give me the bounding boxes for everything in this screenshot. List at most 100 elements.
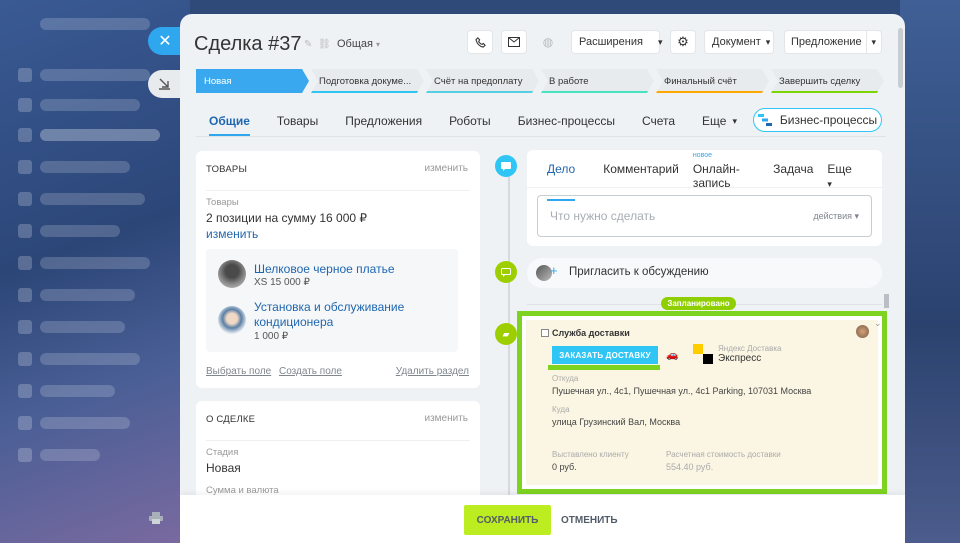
activity-tab-comment[interactable]: Комментарий — [603, 162, 679, 190]
tab-products[interactable]: Товары — [277, 106, 318, 136]
goods-edit-link[interactable]: изменить — [206, 227, 258, 241]
proposal-dropdown[interactable]: Предложение ▾ — [785, 31, 881, 53]
business-processes-button[interactable]: Бизнес-процессы — [753, 108, 882, 132]
pencil-icon[interactable]: ✎ — [304, 39, 314, 50]
product-image — [218, 260, 246, 288]
activity-placeholder: Что нужно сделать — [550, 209, 656, 223]
extensions-label: Расширения — [579, 36, 643, 48]
call-button[interactable] — [468, 31, 492, 53]
printer-icon[interactable] — [149, 512, 163, 524]
mail-icon — [508, 37, 520, 47]
activity-tab-todo[interactable]: Задача — [773, 162, 813, 190]
stage-prepayment-invoice[interactable]: Счёт на предоплату — [426, 69, 539, 93]
deal-header: Сделка #37 ✎ ⛓ Общая ▾ ◍ Расширения ▾ ⚙ Д… — [180, 14, 905, 70]
arrow-down-right-icon — [159, 78, 170, 90]
background-right — [900, 0, 960, 543]
cancel-button[interactable]: ОТМЕНИТЬ — [561, 505, 618, 535]
phone-icon — [474, 36, 486, 48]
stage-bar: Новая Подготовка докуме... Счёт на предо… — [196, 69, 886, 93]
chevron-down-icon[interactable]: ⌄ — [874, 318, 882, 329]
flow-icon — [757, 114, 772, 126]
category-selector[interactable]: Общая ▾ — [337, 38, 380, 50]
delivery-checkbox[interactable] — [541, 329, 549, 337]
service-name-link-line2[interactable]: кондиционера — [254, 315, 333, 329]
deal-slider: Сделка #37 ✎ ⛓ Общая ▾ ◍ Расширения ▾ ⚙ Д… — [180, 14, 905, 543]
order-delivery-button[interactable]: ЗАКАЗАТЬ ДОСТАВКУ — [552, 346, 658, 364]
tab-invoices[interactable]: Счета — [642, 106, 675, 136]
delivery-service-name: Экспресс — [718, 353, 762, 364]
activity-input[interactable]: Что нужно сделать действия ▾ — [537, 195, 872, 237]
from-value: Пушечная ул., 4с1, Пушечная ул., 4с1 Par… — [552, 386, 812, 396]
new-badge: новое — [692, 152, 712, 159]
tab-more-label: Еще — [702, 114, 727, 128]
activity-tab-online-booking[interactable]: Онлайн-запись новое — [692, 152, 759, 190]
gear-icon: ⚙ — [677, 34, 689, 49]
tab-general[interactable]: Общие — [209, 106, 250, 136]
settings-button[interactable]: ⚙ — [671, 31, 695, 53]
create-field-link[interactable]: Создать поле — [279, 366, 342, 377]
stage-new[interactable]: Новая — [196, 69, 309, 93]
from-label: Откуда — [552, 374, 579, 383]
select-field-link[interactable]: Выбрать поле — [206, 366, 271, 377]
goods-card-title: ТОВАРЫ — [206, 164, 248, 175]
chat-icon: ◍ — [542, 35, 554, 49]
activity-editor: Дело Комментарий Онлайн-запись новое Зада… — [527, 150, 882, 246]
stage-field-label: Стадия — [206, 447, 239, 458]
stage-label: Финальный счёт — [664, 75, 737, 87]
stage-close-deal[interactable]: Завершить сделку — [771, 69, 884, 93]
close-slider-button[interactable]: ✕ — [148, 27, 182, 55]
yandex-logo-icon — [693, 344, 703, 354]
goods-card-edit[interactable]: изменить — [424, 163, 468, 174]
chat-button[interactable]: ◍ — [536, 31, 560, 53]
product-meta: XS 15 000 ₽ — [254, 277, 310, 288]
proposal-label: Предложение — [791, 36, 862, 48]
page-scrollbar[interactable] — [898, 28, 903, 88]
product-name-link[interactable]: Шелковое черное платье — [254, 262, 395, 276]
link-icon[interactable]: ⛓ — [318, 39, 331, 50]
deal-card-edit[interactable]: изменить — [424, 413, 468, 424]
client-price-label: Выставлено клиенту — [552, 450, 629, 459]
delivery-service-label: Яндекс Доставка — [718, 344, 782, 353]
stage-label: В работе — [549, 75, 589, 87]
service-image — [218, 306, 246, 334]
actions-dropdown[interactable]: действия ▾ — [813, 211, 859, 222]
document-label: Документ — [712, 36, 761, 48]
tab-robots[interactable]: Роботы — [449, 106, 491, 136]
chevron-down-icon: ▾ — [657, 36, 663, 47]
invite-discussion[interactable]: + Пригласить к обсуждению — [527, 258, 882, 288]
extensions-dropdown[interactable]: Расширения ▾ — [572, 31, 663, 53]
stage-in-progress[interactable]: В работе — [541, 69, 654, 93]
document-dropdown[interactable]: Документ ▾ — [705, 31, 773, 53]
delete-section-link[interactable]: Удалить раздел — [396, 366, 469, 377]
activity-tab-task[interactable]: Дело — [547, 162, 589, 201]
service-name-link[interactable]: Установка и обслуживание — [254, 300, 404, 314]
stage-final-invoice[interactable]: Финальный счёт — [656, 69, 769, 93]
goods-label: Товары — [206, 197, 239, 208]
timeline-line — [508, 164, 510, 543]
responsible-avatar[interactable] — [856, 325, 869, 338]
stage-label: Завершить сделку — [779, 75, 861, 87]
goods-card: ТОВАРЫ изменить Товары 2 позиции на сумм… — [196, 151, 480, 388]
close-icon: ✕ — [158, 33, 172, 50]
timeline-activity-icon — [495, 155, 517, 177]
activity-tab-label: Дело — [547, 162, 576, 176]
save-button[interactable]: СОХРАНИТЬ — [464, 505, 551, 535]
plus-icon: + — [550, 263, 558, 278]
timeline-scrollbar[interactable] — [884, 294, 889, 308]
activity-tab-label: Онлайн-запись — [692, 162, 740, 190]
tab-business-processes[interactable]: Бизнес-процессы — [518, 106, 615, 136]
tab-proposals[interactable]: Предложения — [345, 106, 422, 136]
invite-label: Пригласить к обсуждению — [569, 266, 709, 278]
activity-tab-more[interactable]: Еще ▾ — [827, 162, 868, 190]
tab-more[interactable]: Еще ▾ — [702, 106, 737, 136]
delivery-cost-value: 554.40 руб. — [666, 462, 714, 472]
side-tab-button[interactable] — [148, 70, 182, 98]
timeline-delivery-icon: ▰ — [495, 323, 517, 345]
stage-doc-prep[interactable]: Подготовка докуме... — [311, 69, 424, 93]
category-label: Общая — [337, 38, 373, 50]
stage-label: Подготовка докуме... — [319, 75, 412, 87]
service-meta: 1 000 ₽ — [254, 331, 289, 342]
client-price-value: 0 руб. — [552, 462, 577, 472]
stage-field-value[interactable]: Новая — [206, 461, 241, 475]
email-button[interactable] — [502, 31, 526, 53]
